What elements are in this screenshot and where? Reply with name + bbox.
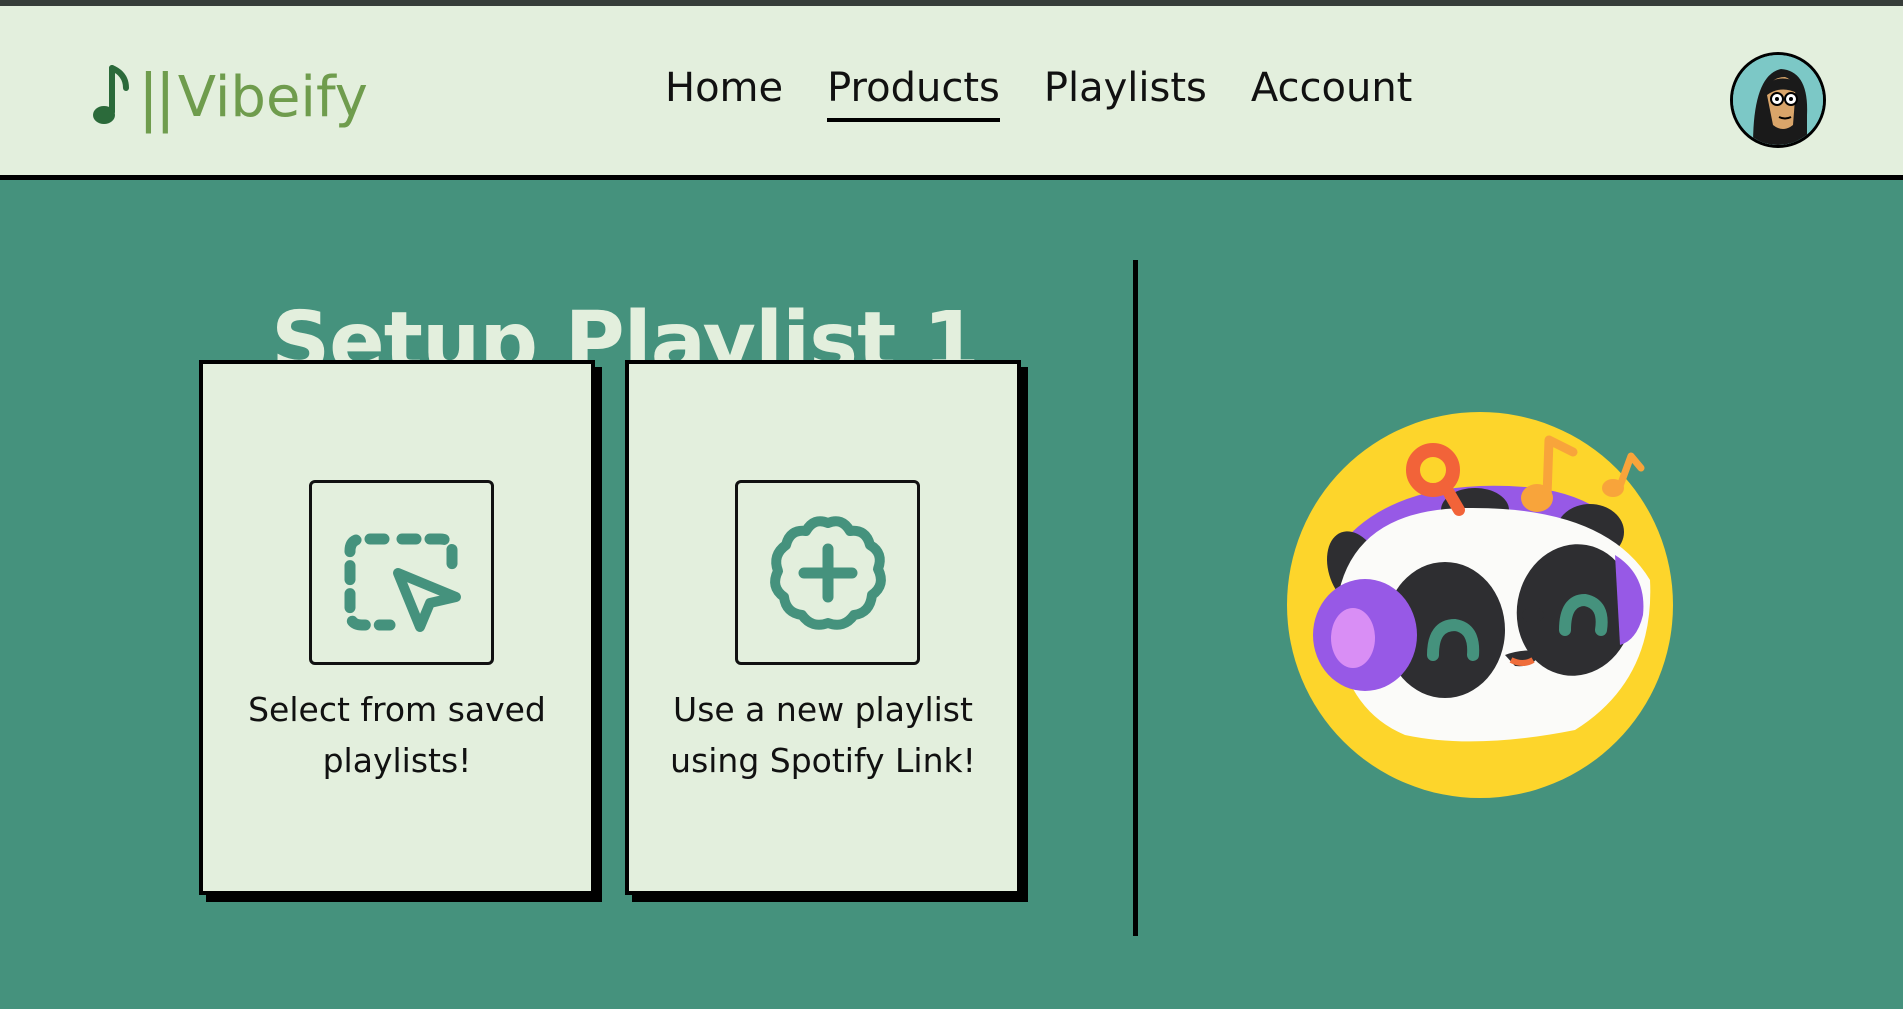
music-note-icon [93, 65, 129, 124]
brand-name: Vibeify [177, 64, 368, 130]
new-playlist-label: Use a new playlist using Spotify Link! [670, 690, 976, 780]
dashed-select-cursor-icon [344, 533, 461, 632]
vertical-divider [1133, 260, 1138, 936]
select-icon-box [309, 480, 494, 665]
add-flower-icon [769, 515, 886, 630]
main-nav: Home Products Playlists Account [665, 64, 1412, 122]
top-navbar: || Vibeify Home Products Playlists Accou… [0, 6, 1903, 180]
new-playlist-link-card[interactable]: Use a new playlist using Spotify Link! [625, 360, 1021, 895]
nav-account[interactable]: Account [1251, 64, 1413, 122]
select-saved-label: Select from saved playlists! [248, 690, 546, 780]
add-icon-box [735, 480, 920, 665]
nav-playlists[interactable]: Playlists [1044, 64, 1207, 122]
panda-headphones-illustration [1287, 412, 1673, 798]
nav-products[interactable]: Products [827, 64, 1000, 122]
select-saved-playlist-card[interactable]: Select from saved playlists! [199, 360, 595, 895]
brand-bars: || [138, 60, 176, 134]
user-avatar[interactable] [1730, 52, 1826, 148]
avatar-portrait-icon [1733, 55, 1823, 145]
nav-home[interactable]: Home [665, 64, 783, 122]
brand-logo[interactable]: || Vibeify [92, 60, 368, 134]
